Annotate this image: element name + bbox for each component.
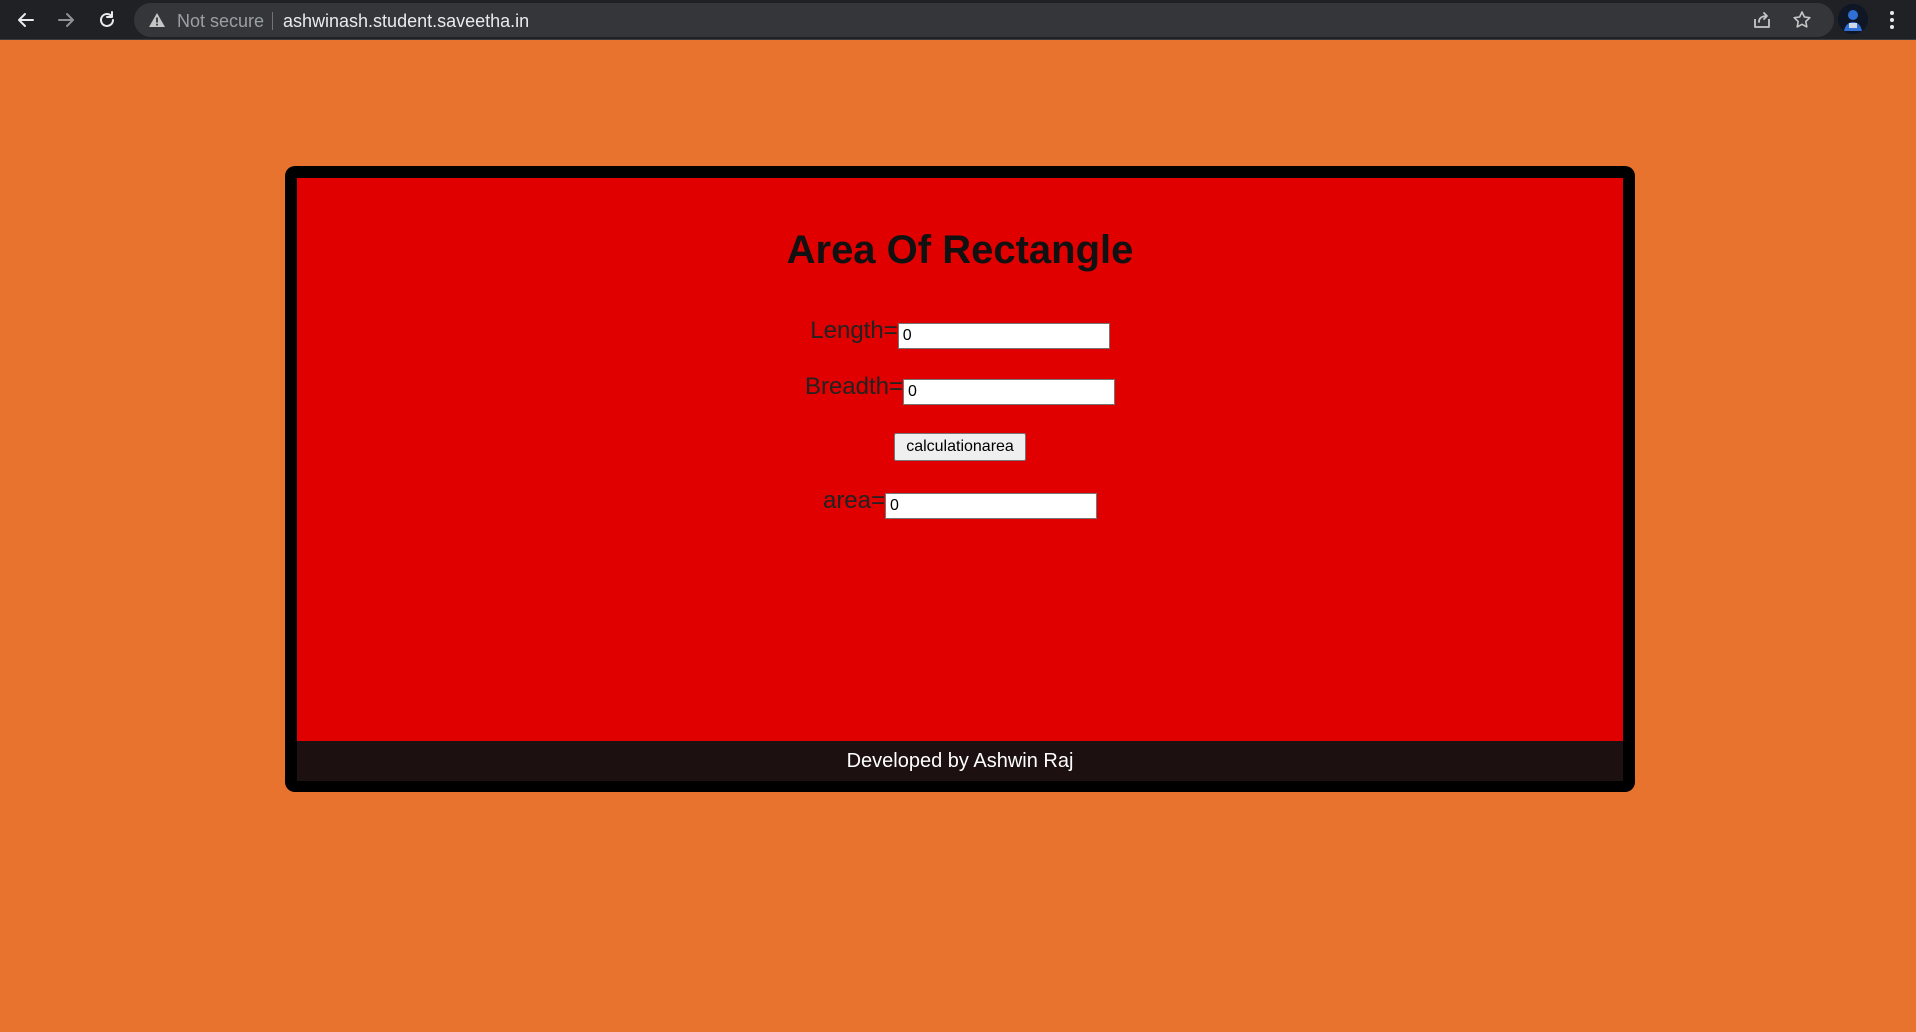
length-label: Length= (810, 317, 898, 344)
area-label: area= (822, 487, 886, 514)
back-button[interactable] (10, 4, 42, 36)
calculator-frame: Area Of Rectangle Length= Breadth= calcu… (285, 166, 1635, 792)
reload-icon (100, 11, 114, 27)
profile-avatar[interactable] (1838, 4, 1868, 34)
star-icon (1793, 11, 1811, 28)
reload-button[interactable] (91, 4, 123, 36)
forward-button[interactable] (50, 4, 82, 36)
browser-menu-button[interactable] (1876, 4, 1908, 36)
warning-icon (149, 13, 165, 27)
address-separator (272, 12, 273, 30)
browser-toolbar: Not secure ashwinash.student.saveetha.in (0, 0, 1916, 40)
calculate-area-button[interactable]: calculationarea (894, 433, 1026, 461)
forward-arrow-icon (58, 13, 74, 27)
back-arrow-icon (18, 13, 34, 27)
area-output[interactable] (885, 493, 1098, 519)
breadth-input[interactable] (903, 379, 1116, 405)
length-input[interactable] (897, 323, 1110, 349)
area-row: area= (297, 487, 1623, 519)
page-title: Area Of Rectangle (786, 228, 1134, 272)
length-row: Length= (297, 317, 1623, 349)
bookmark-button[interactable] (1790, 8, 1814, 32)
not-secure-label[interactable]: Not secure (177, 11, 264, 32)
breadth-row: Breadth= (297, 373, 1623, 405)
share-icon (1754, 12, 1770, 28)
avatar-icon (1838, 4, 1868, 34)
share-button[interactable] (1750, 8, 1774, 32)
breadth-label: Breadth= (804, 373, 904, 400)
kebab-menu-icon (1890, 11, 1894, 29)
address-bar[interactable]: Not secure ashwinash.student.saveetha.in (134, 3, 1834, 37)
footer-credit: Developed by Ashwin Raj (297, 741, 1623, 781)
calculator-panel: Area Of Rectangle Length= Breadth= calcu… (297, 178, 1623, 741)
url-text[interactable]: ashwinash.student.saveetha.in (283, 11, 529, 32)
